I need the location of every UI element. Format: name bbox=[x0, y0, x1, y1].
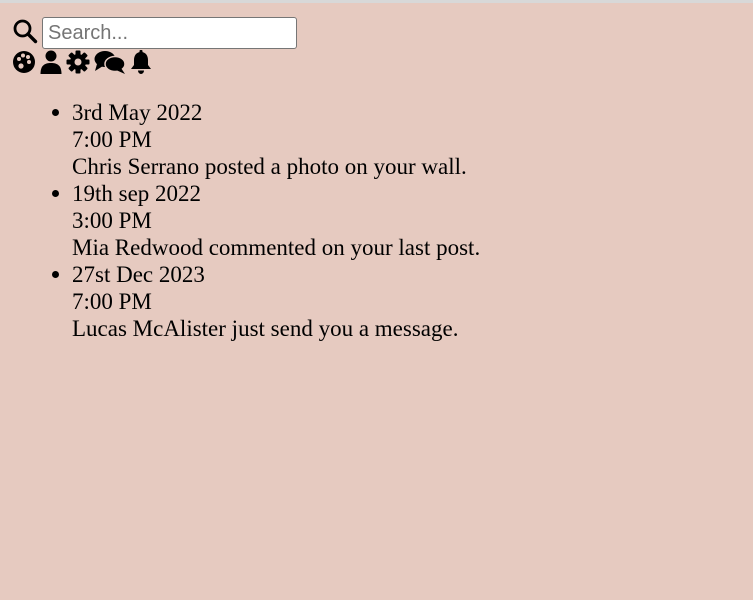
notification-time: 3:00 PM bbox=[72, 208, 152, 233]
bell-icon[interactable] bbox=[130, 50, 152, 74]
gear-icon[interactable] bbox=[66, 50, 90, 74]
list-item: 27st Dec 2023 7:00 PM Lucas McAlister ju… bbox=[51, 261, 480, 342]
palette-icon[interactable] bbox=[12, 50, 36, 74]
notification-message: Chris Serrano posted a photo on your wal… bbox=[72, 154, 467, 179]
user-icon[interactable] bbox=[40, 50, 62, 74]
notification-time: 7:00 PM bbox=[72, 289, 152, 314]
search-input[interactable] bbox=[42, 17, 297, 49]
notification-date: 19th sep 2022 bbox=[72, 181, 202, 206]
search-icon[interactable] bbox=[12, 18, 38, 44]
search-bar bbox=[12, 17, 297, 49]
list-item: 3rd May 2022 7:00 PM Chris Serrano poste… bbox=[51, 99, 480, 180]
list-item: 19th sep 2022 3:00 PM Mia Redwood commen… bbox=[51, 180, 481, 261]
top-border bbox=[0, 0, 753, 3]
comments-icon[interactable] bbox=[94, 50, 126, 74]
notification-list: 3rd May 2022 7:00 PM Chris Serrano poste… bbox=[51, 99, 481, 342]
notification-message: Mia Redwood commented on your last post. bbox=[72, 235, 481, 260]
notification-time: 7:00 PM bbox=[72, 127, 152, 152]
notification-date: 27st Dec 2023 bbox=[72, 262, 205, 287]
notification-date: 3rd May 2022 bbox=[72, 100, 203, 125]
toolbar bbox=[12, 49, 152, 75]
notification-message: Lucas McAlister just send you a message. bbox=[72, 316, 459, 341]
